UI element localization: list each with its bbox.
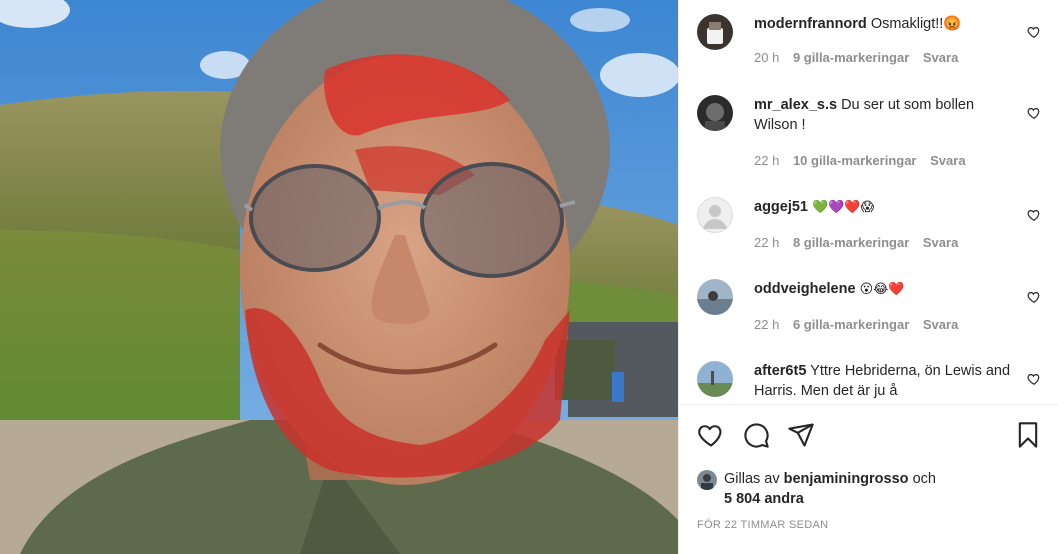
avatar[interactable] <box>697 95 733 131</box>
reply-button[interactable]: Svara <box>923 317 958 332</box>
comment-text: 😮😂❤️ <box>859 282 905 297</box>
small-heart-icon[interactable] <box>1027 106 1041 120</box>
comment-text: 💚💜❤️😱 <box>812 200 875 215</box>
comment-time[interactable]: 20 h <box>754 50 779 65</box>
avatar[interactable] <box>697 197 733 233</box>
comment-meta: 20 h 9 gilla-markeringar Svara <box>754 50 968 65</box>
comment-body: mr_alex_s.s Du ser ut som bollen Wilson … <box>754 95 1014 135</box>
avatar[interactable] <box>697 279 733 315</box>
comment-time[interactable]: 22 h <box>754 153 779 168</box>
comment-username[interactable]: mr_alex_s.s <box>754 97 837 113</box>
small-heart-icon[interactable] <box>1027 208 1041 222</box>
comment-meta: 22 h 6 gilla-markeringar Svara <box>754 317 968 332</box>
reply-button[interactable]: Svara <box>923 50 958 65</box>
comment-time[interactable]: 22 h <box>754 317 779 332</box>
post-photo[interactable] <box>0 0 678 554</box>
avatar[interactable] <box>697 14 733 50</box>
avatar[interactable] <box>697 470 717 490</box>
post-actions: Gillas av benjaminingrosso och 5 804 and… <box>679 404 1058 554</box>
small-heart-icon[interactable] <box>1027 290 1041 304</box>
reply-button[interactable]: Svara <box>930 153 965 168</box>
comment-body: after6t5 Yttre Hebriderna, ön Lewis and … <box>754 361 1014 401</box>
liked-by-username[interactable]: benjaminingrosso <box>784 471 909 487</box>
comment-likes[interactable]: 9 gilla-markeringar <box>793 50 909 65</box>
liked-by-others[interactable]: 5 804 andra <box>724 491 804 507</box>
comment-username[interactable]: oddveighelene <box>754 281 856 297</box>
small-heart-icon[interactable] <box>1027 372 1041 386</box>
avatar[interactable] <box>697 361 733 397</box>
small-heart-icon[interactable] <box>1027 25 1041 39</box>
likes-summary: Gillas av benjaminingrosso och 5 804 and… <box>697 469 1037 509</box>
comment-likes[interactable]: 10 gilla-markeringar <box>793 153 917 168</box>
comment-username[interactable]: modernfrannord <box>754 16 867 32</box>
comment-body: oddveighelene 😮😂❤️ <box>754 279 1014 300</box>
liked-by-prefix: Gillas av <box>724 471 780 487</box>
comment-body: modernfrannord Osmakligt!!😡 <box>754 14 1014 34</box>
comment-username[interactable]: after6t5 <box>754 363 806 379</box>
comment-likes[interactable]: 6 gilla-markeringar <box>793 317 909 332</box>
comment-list[interactable]: modernfrannord Osmakligt!!😡 20 h 9 gilla… <box>679 0 1058 404</box>
bookmark-icon[interactable] <box>1014 421 1042 449</box>
reply-button[interactable]: Svara <box>923 235 958 250</box>
comment-meta: 22 h 10 gilla-markeringar Svara <box>754 153 976 168</box>
comment-likes[interactable]: 8 gilla-markeringar <box>793 235 909 250</box>
comment-meta: 22 h 8 gilla-markeringar Svara <box>754 235 968 250</box>
comment-text: Osmakligt!!😡 <box>870 16 962 32</box>
comment-icon[interactable] <box>742 421 770 449</box>
share-icon[interactable] <box>787 421 815 449</box>
comment-username[interactable]: aggej51 <box>754 199 808 215</box>
heart-outline-icon[interactable] <box>697 421 725 449</box>
comment-body: aggej51 💚💜❤️😱 <box>754 197 1014 218</box>
comments-panel: modernfrannord Osmakligt!!😡 20 h 9 gilla… <box>678 0 1058 554</box>
photo-illustration <box>0 0 678 554</box>
comment-time[interactable]: 22 h <box>754 235 779 250</box>
liked-by-conjunction: och <box>912 471 936 487</box>
post-timestamp[interactable]: FÖR 22 TIMMAR SEDAN <box>697 519 828 531</box>
